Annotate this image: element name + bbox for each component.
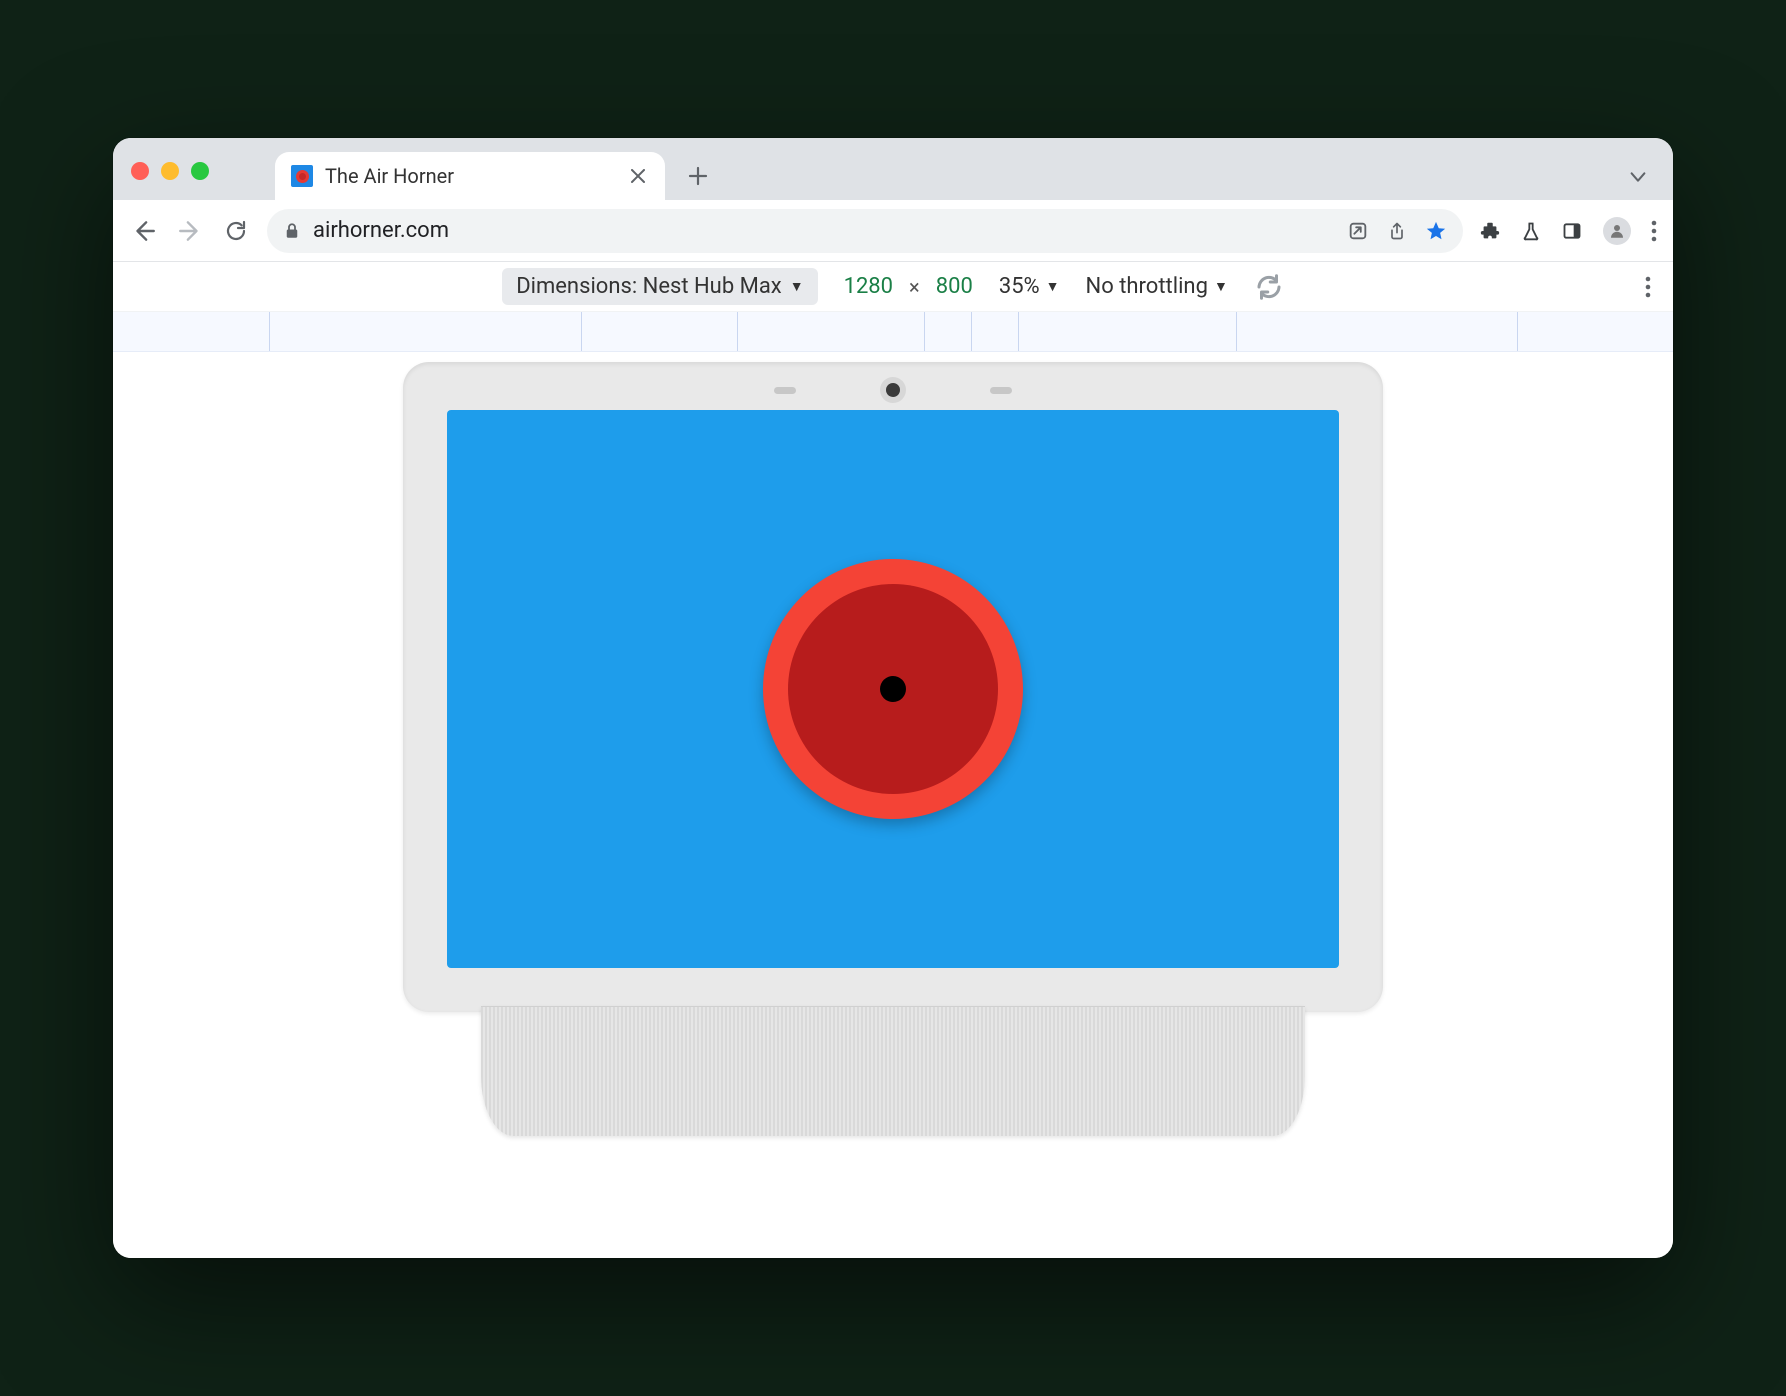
- device-frame-nest-hub-max: [403, 362, 1383, 1136]
- minimize-window-button[interactable]: [161, 162, 179, 180]
- viewport-height-input[interactable]: 800: [936, 274, 973, 299]
- airhorn-center-dot: [880, 676, 906, 702]
- address-bar[interactable]: airhorner.com: [267, 209, 1463, 253]
- throttling-dropdown[interactable]: No throttling ▼: [1086, 274, 1228, 299]
- tab-title: The Air Horner: [325, 164, 615, 188]
- install-pwa-icon[interactable]: [1347, 220, 1369, 242]
- labs-icon[interactable]: [1521, 220, 1541, 242]
- close-tab-button[interactable]: [627, 165, 649, 187]
- url-text: airhorner.com: [313, 218, 1335, 243]
- chrome-menu-button[interactable]: [1651, 220, 1657, 242]
- camera-icon: [886, 383, 900, 397]
- new-tab-button[interactable]: [677, 155, 719, 197]
- caret-down-icon: ▼: [790, 278, 804, 295]
- device-toolbar-menu-button[interactable]: [1645, 276, 1651, 298]
- airhorn-button[interactable]: [763, 559, 1023, 819]
- browser-window: The Air Horner airhorner.com: [113, 138, 1673, 1258]
- reload-button[interactable]: [221, 216, 251, 246]
- profile-avatar[interactable]: [1603, 217, 1631, 245]
- caret-down-icon: ▼: [1046, 278, 1060, 295]
- device-speaker-base: [481, 1006, 1304, 1136]
- zoom-dropdown[interactable]: 35% ▼: [999, 274, 1060, 299]
- media-query-ruler[interactable]: [113, 312, 1673, 352]
- extension-icons: [1479, 217, 1657, 245]
- airhorn-inner-circle: [788, 584, 998, 794]
- dimension-separator: ×: [909, 275, 920, 299]
- caret-down-icon: ▼: [1214, 278, 1228, 295]
- extensions-icon[interactable]: [1479, 220, 1501, 242]
- zoom-value: 35%: [999, 274, 1040, 299]
- lock-icon: [283, 222, 301, 240]
- browser-tab[interactable]: The Air Horner: [275, 152, 665, 200]
- close-window-button[interactable]: [131, 162, 149, 180]
- device-dimensions-dropdown[interactable]: Dimensions: Nest Hub Max ▼: [502, 268, 817, 305]
- device-toolbar: Dimensions: Nest Hub Max ▼ 1280 × 800 35…: [113, 262, 1673, 312]
- device-bezel: [403, 362, 1383, 1012]
- page-content[interactable]: [447, 410, 1339, 968]
- navigation-toolbar: airhorner.com: [113, 200, 1673, 262]
- forward-button[interactable]: [175, 216, 205, 246]
- maximize-window-button[interactable]: [191, 162, 209, 180]
- side-panel-icon[interactable]: [1561, 221, 1583, 241]
- emulated-viewport: [113, 352, 1673, 1258]
- favicon-icon: [291, 165, 313, 187]
- sensor-icon: [774, 387, 796, 394]
- tabs-dropdown-button[interactable]: [1627, 166, 1649, 188]
- bookmark-star-icon[interactable]: [1425, 220, 1447, 242]
- window-controls: [131, 162, 209, 180]
- sensor-icon: [990, 387, 1012, 394]
- throttling-value: No throttling: [1086, 274, 1208, 299]
- back-button[interactable]: [129, 216, 159, 246]
- device-dimensions-label: Dimensions: Nest Hub Max: [516, 274, 782, 299]
- device-sensor-bar: [447, 380, 1339, 400]
- viewport-size: 1280 × 800: [844, 274, 973, 299]
- tab-strip: The Air Horner: [113, 138, 1673, 200]
- viewport-width-input[interactable]: 1280: [844, 274, 893, 299]
- rotate-device-button[interactable]: [1254, 272, 1284, 302]
- share-icon[interactable]: [1387, 220, 1407, 242]
